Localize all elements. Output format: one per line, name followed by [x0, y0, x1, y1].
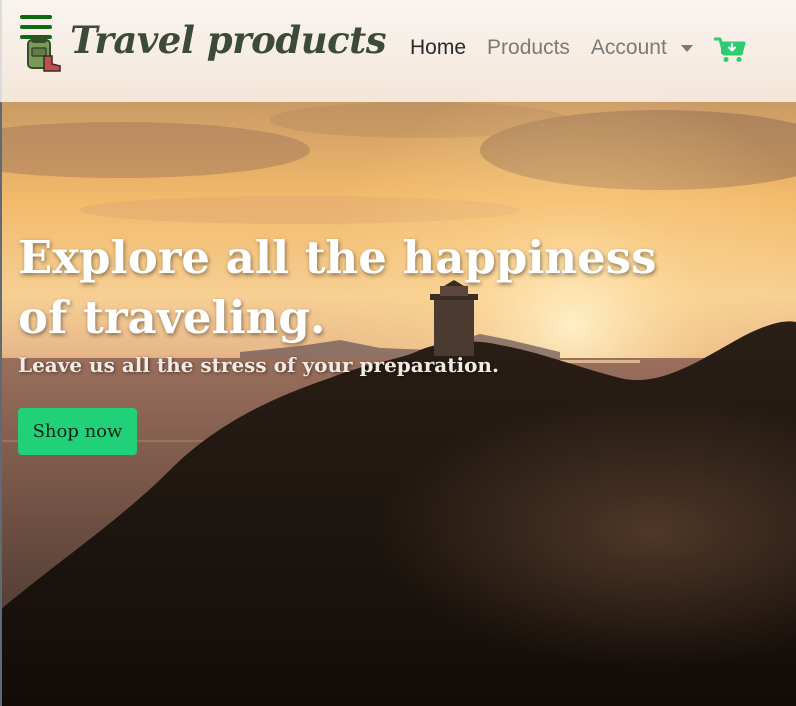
hero-title: Explore all the happiness of traveling. [18, 231, 657, 344]
nav-home-link[interactable]: Home [410, 36, 466, 60]
brand-logo-text[interactable]: Travel products [70, 18, 387, 62]
chevron-down-icon [680, 44, 693, 52]
nav-account-dropdown[interactable]: Account [591, 36, 693, 60]
main-nav: Home Products Account [410, 36, 714, 60]
cart-download-icon[interactable] [714, 36, 746, 64]
hero-subtitle: Leave us all the stress of your preparat… [18, 353, 499, 377]
window-border [0, 0, 2, 706]
top-navbar: Travel products Home Products Account [0, 0, 796, 102]
nav-products-link[interactable]: Products [487, 36, 570, 60]
backpack-logo-icon [27, 35, 61, 72]
nav-account-label: Account [590, 36, 667, 59]
shop-now-button[interactable]: Shop now [18, 408, 137, 455]
